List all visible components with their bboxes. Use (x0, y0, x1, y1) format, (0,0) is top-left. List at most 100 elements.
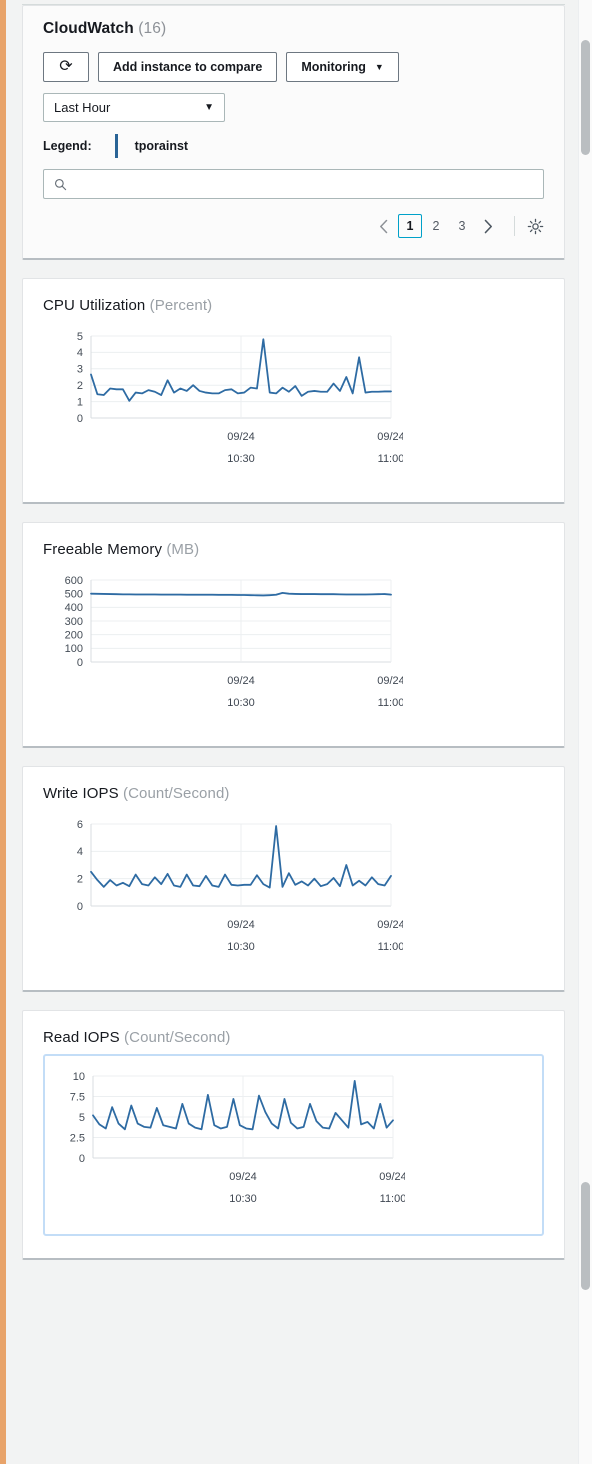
metric-title: Freeable Memory (MB) (43, 541, 544, 558)
settings-gear-button[interactable] (527, 218, 544, 235)
chart-container[interactable]: 0 100 200 300 400 500 600 09/24 10:30 09/24 11:00 (43, 566, 544, 724)
chart-x-tick-label: 09/24 (377, 431, 403, 443)
metric-unit-label: (MB) (162, 541, 200, 558)
chart-y-tick-label: 100 (65, 643, 83, 655)
legend-series-name[interactable]: tporainst (135, 139, 188, 153)
metric-title-text: Read IOPS (43, 1029, 120, 1046)
chevron-left-icon (380, 219, 388, 233)
add-instance-to-compare-label: Add instance to compare (113, 60, 263, 74)
search-icon (54, 178, 67, 190)
metric-title-text: Freeable Memory (43, 541, 163, 558)
chart-y-tick-label: 7.5 (70, 1091, 85, 1103)
add-instance-to-compare-button[interactable]: Add instance to compare (98, 52, 278, 82)
metric-title: Read IOPS (Count/Second) (43, 1029, 544, 1046)
chart-plot: 0 2 4 6 09/24 10:30 09/24 11:00 (77, 819, 403, 953)
chart-x-tick-label: 09/24 (229, 1171, 257, 1183)
page-title: CloudWatch (16) (43, 20, 544, 38)
chart-plot: 0 100 200300 400 500600 09/24 10:30 09/24 11:00 (65, 575, 403, 709)
pagination-next-button[interactable] (476, 214, 500, 238)
metric-title-text: CPU Utilization (43, 297, 146, 314)
metric-card: Write IOPS (Count/Second) 0 2 4 6 09/24 10:30 0… (22, 766, 565, 992)
metric-unit-label: (Count/Second) (119, 1029, 231, 1046)
search-box[interactable] (43, 169, 544, 199)
chart-x-tick-label: 09/24 (227, 675, 255, 687)
chart-y-tick-label: 3 (77, 364, 83, 376)
chart-y-tick-label: 0 (77, 901, 83, 913)
chart-y-tick-label: 4 (77, 347, 83, 359)
chart-y-tick-label: 2 (77, 873, 83, 885)
chevron-down-icon: ▼ (374, 61, 384, 72)
toolbar: ⟳ Add instance to compare Monitoring ▼ (43, 52, 544, 82)
chevron-right-icon (484, 219, 492, 233)
chart-x-tick-label: 10:30 (227, 941, 255, 953)
page-title-text: CloudWatch (43, 20, 134, 37)
chart-container[interactable]: 0 2 4 6 09/24 10:30 09/24 11:00 (43, 810, 544, 968)
cloudwatch-header-card: CloudWatch (16) ⟳ Add instance to compar… (22, 5, 565, 260)
chart-y-tick-label: 2 (77, 380, 83, 392)
chart-x-tick-label: 10:30 (229, 1193, 257, 1205)
pagination: 1 2 3 (43, 212, 544, 240)
vertical-scrollbar-track[interactable] (578, 0, 592, 1464)
metric-unit-label: (Percent) (145, 297, 213, 314)
pagination-page-3[interactable]: 3 (450, 214, 474, 238)
metric-title: CPU Utilization (Percent) (43, 297, 544, 314)
chart-x-tick-label: 10:30 (227, 453, 255, 465)
chart-y-tick-label: 200 (65, 629, 83, 641)
pagination-page-1-label: 1 (406, 219, 414, 233)
time-range-select[interactable]: Last Hour ▼ (43, 93, 225, 122)
chart-y-tick-label: 2.5 (70, 1132, 85, 1144)
chart-y-tick-label: 0 (77, 657, 83, 669)
metric-card: Freeable Memory (MB) 0 100 200 300 400 500 600 0… (22, 522, 565, 748)
pagination-divider (514, 216, 515, 236)
metric-card-list: CPU Utilization (Percent) 0 1 2 3 4 5 09/24 10:3… (22, 278, 565, 1260)
chart-y-tick-label: 1 (77, 396, 83, 408)
chart-plot: 0 2.5 5 7.5 10 09/24 10:30 09/24 11:00 (70, 1071, 405, 1205)
legend-color-swatch (114, 134, 118, 158)
chart-y-tick-label: 500 (65, 588, 83, 600)
chart-y-tick-label: 0 (77, 413, 83, 425)
vertical-scrollbar-thumb-inner[interactable] (581, 1182, 590, 1290)
chart-x-tick-label: 09/24 (377, 675, 403, 687)
cloudwatch-panel: CloudWatch (16) ⟳ Add instance to compar… (22, 5, 565, 1278)
metric-title: Write IOPS (Count/Second) (43, 785, 544, 802)
search-input[interactable] (75, 176, 533, 192)
chart-x-tick-label: 11:00 (378, 941, 403, 953)
pagination-page-1[interactable]: 1 (398, 214, 422, 238)
chart-y-tick-label: 6 (77, 819, 83, 831)
chart-y-tick-label: 400 (65, 602, 83, 614)
chart-y-tick-label: 600 (65, 575, 83, 587)
chart-x-tick-label: 11:00 (378, 697, 403, 709)
time-range-selected-value: Last Hour (54, 100, 111, 115)
legend-label: Legend: (43, 139, 92, 153)
chart-x-tick-label: 11:00 (380, 1193, 405, 1205)
metric-title-text: Write IOPS (43, 785, 119, 802)
chart-x-tick-label: 11:00 (378, 453, 403, 465)
refresh-button[interactable]: ⟳ (43, 52, 89, 82)
chart-y-tick-label: 300 (65, 616, 83, 628)
pagination-page-3-label: 3 (458, 219, 466, 233)
chart-x-tick-label: 09/24 (227, 431, 255, 443)
refresh-icon: ⟳ (59, 58, 73, 75)
pagination-prev-button[interactable] (372, 214, 396, 238)
chart-container-selected[interactable]: 0 2.5 5 7.5 10 09/24 10:30 09/24 11:00 (43, 1054, 544, 1236)
chart-y-tick-label: 4 (77, 846, 83, 858)
pagination-page-2-label: 2 (432, 219, 440, 233)
chevron-down-icon: ▼ (204, 101, 214, 113)
vertical-scrollbar-thumb-outer[interactable] (581, 40, 590, 155)
chart-y-tick-label: 0 (79, 1153, 85, 1165)
legend: Legend: tporainst (43, 134, 544, 158)
chart-container[interactable]: 0 1 2 3 4 5 09/24 10:30 09/24 11:00 (43, 322, 544, 480)
chart-x-tick-label: 09/24 (377, 919, 403, 931)
chart-x-tick-label: 09/24 (227, 919, 255, 931)
chart-x-tick-label: 10:30 (227, 697, 255, 709)
chart-x-tick-label: 09/24 (379, 1171, 405, 1183)
page-title-count: (16) (138, 20, 167, 37)
metric-card: Read IOPS (Count/Second) 0 2.5 5 7.5 10 09/24 1… (22, 1010, 565, 1260)
monitoring-label: Monitoring (301, 60, 366, 74)
chart-plot: 0 1 2 3 4 5 09/24 10:30 09/24 11:00 (77, 331, 403, 465)
chart-y-tick-label: 5 (79, 1112, 85, 1124)
monitoring-dropdown-button[interactable]: Monitoring ▼ (286, 52, 399, 82)
page-left-gutter (6, 0, 22, 1464)
chart-y-tick-label: 10 (73, 1071, 85, 1083)
pagination-page-2[interactable]: 2 (424, 214, 448, 238)
